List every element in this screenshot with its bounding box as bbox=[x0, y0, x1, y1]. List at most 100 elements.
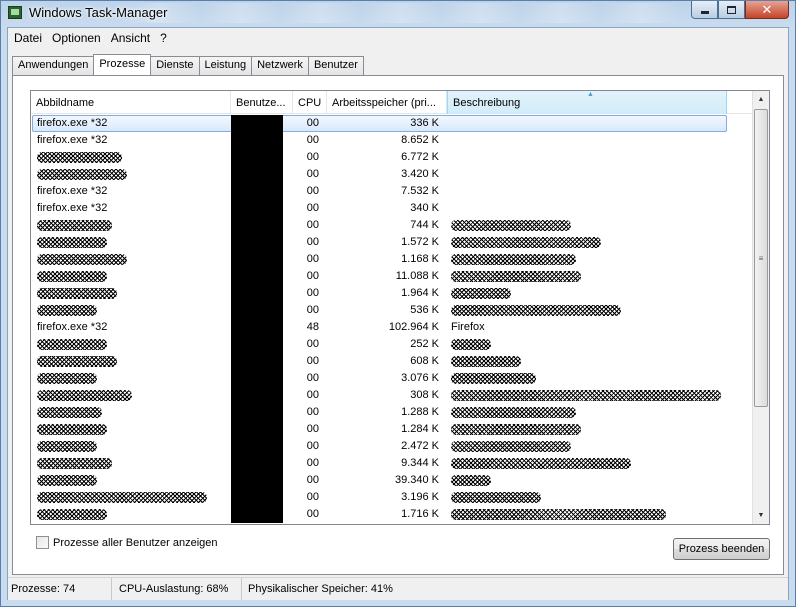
window-title: Windows Task-Manager bbox=[29, 5, 168, 20]
scrollbar-thumb[interactable]: ≡ bbox=[754, 109, 768, 407]
cell-cpu: 00 bbox=[306, 202, 319, 214]
table-row[interactable]: 00 39.340 K bbox=[31, 472, 753, 489]
table-row[interactable]: 00 3.196 K bbox=[31, 489, 753, 506]
column-header-user[interactable]: Benutze... bbox=[231, 91, 293, 114]
cell-memory: 11.088 K bbox=[395, 270, 439, 282]
redacted-scribble bbox=[37, 271, 107, 282]
cell-memory: 536 K bbox=[410, 304, 439, 316]
table-row[interactable]: 00 6.772 K bbox=[31, 149, 753, 166]
cell-description bbox=[451, 304, 741, 316]
show-all-users-row[interactable]: Prozesse aller Benutzer anzeigen bbox=[36, 536, 217, 549]
minimize-button[interactable] bbox=[691, 1, 718, 19]
cell-cpu: 00 bbox=[306, 372, 319, 384]
table-row[interactable]: firefox.exe *32 00 336 K bbox=[31, 115, 753, 132]
redacted-scribble bbox=[37, 424, 107, 435]
cell-image-name bbox=[37, 304, 227, 316]
table-row[interactable]: firefox.exe *32 00 7.532 K bbox=[31, 183, 753, 200]
cell-memory: 340 K bbox=[410, 202, 439, 214]
table-row[interactable]: 00 252 K bbox=[31, 336, 753, 353]
tab-leistung[interactable]: Leistung bbox=[198, 56, 253, 75]
table-row[interactable]: 00 9.344 K bbox=[31, 455, 753, 472]
table-row[interactable]: 00 2.472 K bbox=[31, 438, 753, 455]
scroll-down-arrow-icon[interactable]: ▼ bbox=[753, 507, 769, 524]
menu-ansicht[interactable]: Ansicht bbox=[106, 28, 155, 48]
cell-memory: 1.716 K bbox=[401, 508, 439, 520]
table-row[interactable]: 00 1.168 K bbox=[31, 251, 753, 268]
menu-help[interactable]: ? bbox=[155, 28, 172, 48]
redacted-scribble bbox=[451, 254, 576, 265]
column-header-memory[interactable]: Arbeitsspeicher (pri... bbox=[327, 91, 447, 114]
sort-ascending-icon: ▲ bbox=[587, 91, 594, 98]
redacted-scribble bbox=[37, 373, 97, 384]
cell-image-name bbox=[37, 457, 227, 469]
table-row[interactable]: 00 11.088 K bbox=[31, 268, 753, 285]
grip-icon: ≡ bbox=[758, 253, 764, 263]
redacted-scribble bbox=[37, 390, 132, 401]
tab-benutzer[interactable]: Benutzer bbox=[307, 56, 364, 75]
cell-memory: 252 K bbox=[410, 338, 439, 350]
table-row[interactable]: 00 608 K bbox=[31, 353, 753, 370]
menu-datei[interactable]: Datei bbox=[9, 28, 47, 48]
maximize-button[interactable] bbox=[718, 1, 745, 19]
table-row[interactable]: 00 3.076 K bbox=[31, 370, 753, 387]
table-row[interactable]: 00 308 K bbox=[31, 387, 753, 404]
cell-description bbox=[451, 474, 741, 486]
cell-cpu: 00 bbox=[306, 440, 319, 452]
tab-prozesse[interactable]: Prozesse bbox=[93, 54, 152, 75]
table-row[interactable]: firefox.exe *32 00 8.652 K bbox=[31, 132, 753, 149]
table-row[interactable]: 00 1.284 K bbox=[31, 421, 753, 438]
cell-user-redacted bbox=[231, 285, 283, 302]
cell-cpu: 00 bbox=[306, 389, 319, 401]
cell-user-redacted bbox=[231, 472, 283, 489]
close-button[interactable]: ✕ bbox=[745, 1, 789, 19]
minimize-icon bbox=[700, 10, 709, 14]
menu-optionen[interactable]: Optionen bbox=[47, 28, 106, 48]
redacted-scribble bbox=[451, 237, 601, 248]
cell-memory: 308 K bbox=[410, 389, 439, 401]
task-manager-window: Windows Task-Manager ✕ Datei Optionen An… bbox=[0, 0, 796, 607]
status-physical-memory: Physikalischer Speicher: 41% bbox=[248, 583, 393, 595]
table-row[interactable]: firefox.exe *32 00 340 K bbox=[31, 200, 753, 217]
cell-image-name bbox=[37, 389, 227, 401]
table-row[interactable]: 00 1.288 K bbox=[31, 404, 753, 421]
tab-strip: Anwendungen Prozesse Dienste Leistung Ne… bbox=[12, 54, 364, 76]
redacted-scribble bbox=[37, 220, 112, 231]
process-list[interactable]: Abbildname Benutze... CPU Arbeitsspeiche… bbox=[30, 90, 770, 525]
table-row[interactable]: 00 3.420 K bbox=[31, 166, 753, 183]
table-row[interactable]: 00 536 K bbox=[31, 302, 753, 319]
column-header-description[interactable]: ▲ Beschreibung bbox=[447, 91, 727, 114]
title-bar[interactable]: Windows Task-Manager ✕ bbox=[1, 1, 795, 27]
cell-description bbox=[451, 389, 741, 401]
redacted-scribble bbox=[451, 305, 621, 316]
cell-user-redacted bbox=[231, 370, 283, 387]
show-all-users-checkbox[interactable] bbox=[36, 536, 49, 549]
cell-image-name bbox=[37, 151, 227, 163]
table-row[interactable]: 00 1.964 K bbox=[31, 285, 753, 302]
redacted-scribble bbox=[37, 407, 102, 418]
close-icon: ✕ bbox=[761, 1, 773, 17]
cell-image-name bbox=[37, 270, 227, 282]
table-row[interactable]: 00 1.572 K bbox=[31, 234, 753, 251]
scroll-up-arrow-icon[interactable]: ▲ bbox=[753, 91, 769, 108]
table-row[interactable]: 00 744 K bbox=[31, 217, 753, 234]
cell-user-redacted bbox=[231, 404, 283, 421]
tab-anwendungen[interactable]: Anwendungen bbox=[12, 56, 95, 75]
cell-user-redacted bbox=[231, 336, 283, 353]
cell-memory: 9.344 K bbox=[401, 457, 439, 469]
column-header-name[interactable]: Abbildname bbox=[31, 91, 231, 114]
cell-cpu: 00 bbox=[306, 457, 319, 469]
redacted-scribble bbox=[37, 254, 127, 265]
list-rows: firefox.exe *32 00 336 K firefox.exe *32 00 8… bbox=[31, 115, 753, 523]
tab-dienste[interactable]: Dienste bbox=[150, 56, 200, 75]
column-header-cpu[interactable]: CPU bbox=[293, 91, 327, 114]
redacted-scribble bbox=[451, 390, 721, 401]
cell-image-name bbox=[37, 491, 227, 503]
end-process-button[interactable]: Prozess beenden bbox=[673, 538, 770, 560]
cell-description bbox=[451, 219, 741, 231]
vertical-scrollbar[interactable]: ▲ ≡ ▼ bbox=[752, 91, 769, 524]
table-row[interactable]: firefox.exe *32 48 102.964 K Firefox bbox=[31, 319, 753, 336]
cell-user-redacted bbox=[231, 455, 283, 472]
table-row[interactable]: 00 1.716 K bbox=[31, 506, 753, 523]
tab-netzwerk[interactable]: Netzwerk bbox=[251, 56, 309, 75]
cell-image-name bbox=[37, 355, 227, 367]
